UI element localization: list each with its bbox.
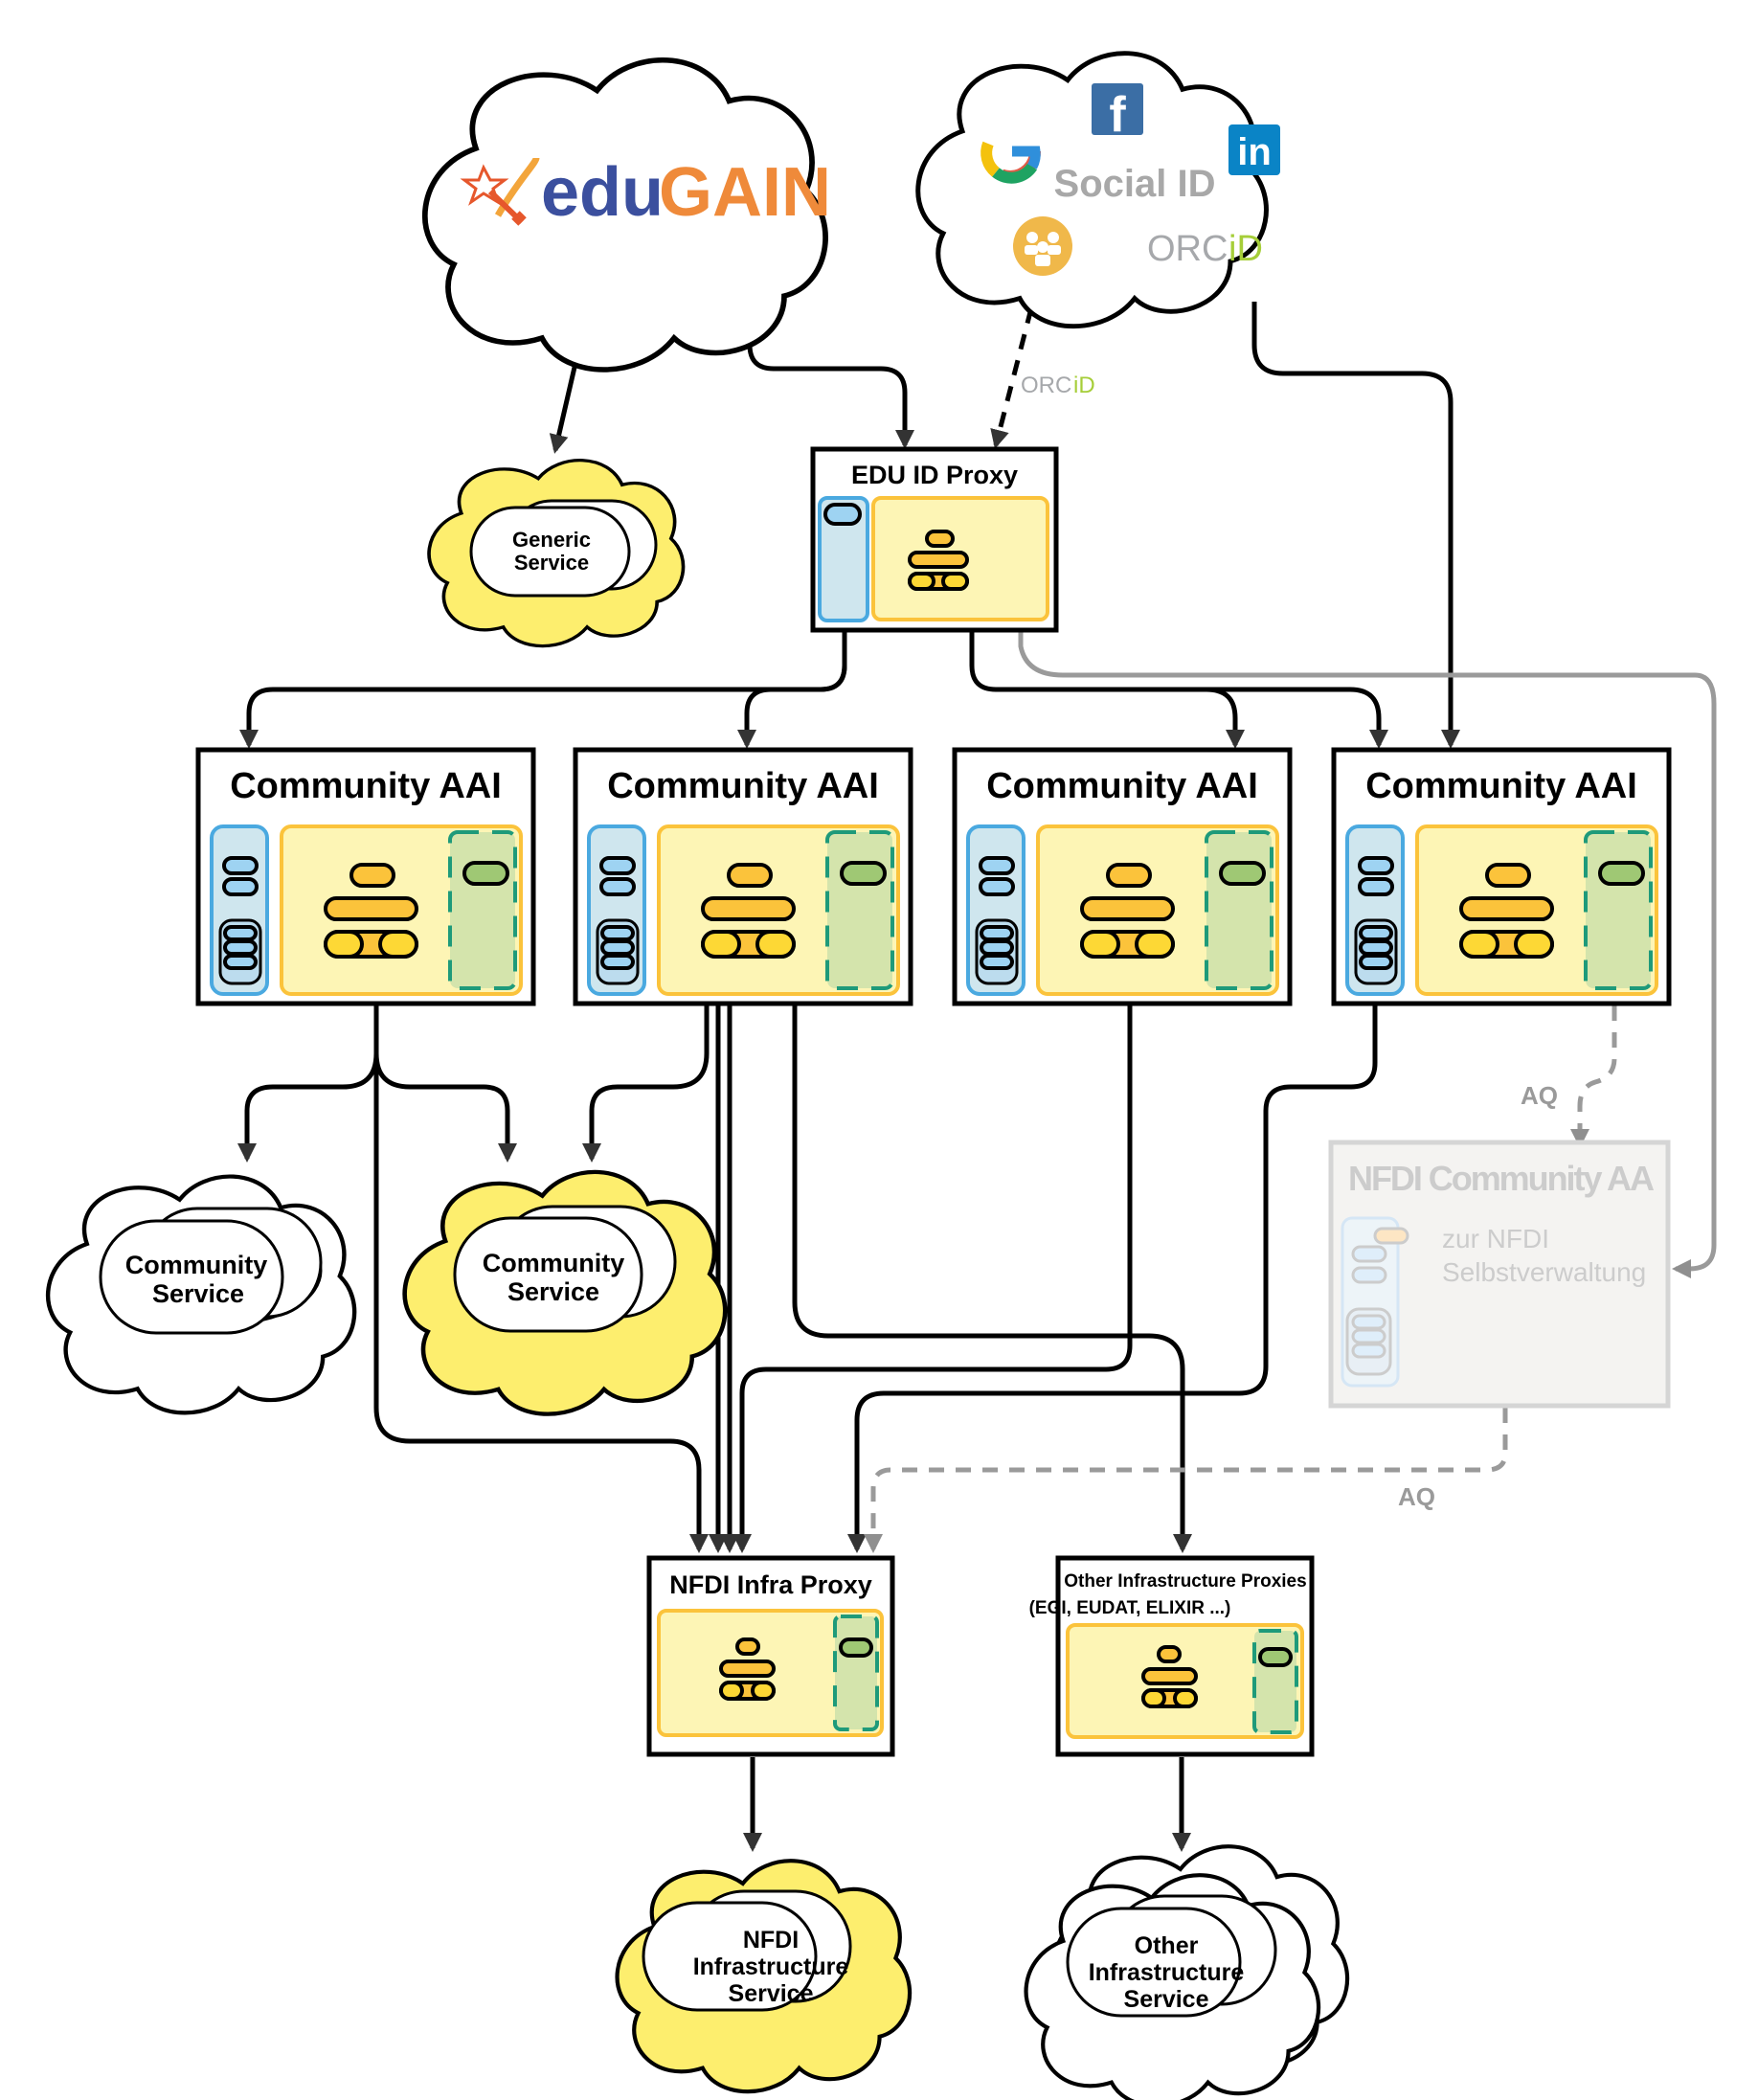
nfdi-community-aa-box[interactable]: NFDI Community AA zur NFDI Selbstverwalt… xyxy=(1328,1140,1671,1409)
other-infra-service: Other Infrastructure Service xyxy=(1066,1894,1277,2018)
community-people-icon xyxy=(1013,216,1072,276)
community-service-yellow-line1: Community xyxy=(483,1249,625,1277)
edge-proxy-to-community-aai-2 xyxy=(737,665,847,749)
svg-text:f: f xyxy=(1109,87,1126,143)
svg-text:ORC: ORC xyxy=(1021,373,1071,398)
edge-label-aq-lower: AQ xyxy=(1398,1482,1435,1511)
edge-aai1-to-community-service-white xyxy=(237,1005,379,1163)
edge-label-orcid: ORC iD xyxy=(1021,373,1095,398)
community-aai-box[interactable]: Community AAI xyxy=(195,747,536,1006)
nfdi-community-aa-note-line2: Selbstverwaltung xyxy=(1442,1257,1646,1287)
attribute-panel xyxy=(1205,830,1273,990)
nfdi-community-aa-note-line1: zur NFDI xyxy=(1442,1224,1549,1253)
other-infra-service-line3: Service xyxy=(1124,1986,1209,2013)
edge-social-to-community-aai-4 xyxy=(1251,302,1460,749)
nfdi-infra-service-line2: Infrastructure xyxy=(693,1953,849,1980)
generic-service-line2: Service xyxy=(514,551,589,575)
facebook-icon: f xyxy=(1092,83,1143,143)
generic-service-line1: Generic xyxy=(512,528,591,552)
edu-id-proxy-box[interactable]: EDU ID Proxy xyxy=(810,446,1059,633)
nfdi-community-aa-orange-pill xyxy=(1373,1227,1409,1245)
other-infra-proxies-title-line2: (EGI, EUDAT, ELIXIR ...) xyxy=(1029,1598,1231,1618)
idp-pill xyxy=(823,503,862,526)
edugain-edu-text: edu xyxy=(541,154,664,231)
edge-proxy-to-community-aai-1 xyxy=(239,632,847,749)
edge-label-aq-upper: AQ xyxy=(1521,1081,1558,1110)
attribute-panel xyxy=(1584,830,1653,990)
svg-text:iD: iD xyxy=(1228,229,1263,269)
orcid-logo: ORC iD xyxy=(1147,229,1263,269)
edu-id-proxy-title: EDU ID Proxy xyxy=(851,461,1018,489)
edge-aq-aai4-to-nfdi-community-aa xyxy=(1570,1005,1617,1148)
attribute-panel xyxy=(825,830,894,990)
community-service-yellow-line2: Service xyxy=(507,1277,599,1306)
social-id-label: Social ID xyxy=(1054,163,1216,205)
svg-text:ORC: ORC xyxy=(1147,229,1228,269)
community-aai-title: Community AAI xyxy=(230,766,502,806)
aai-architecture-diagram: edu GAIN f in Social ID ORC iD ORC iD Ge… xyxy=(0,0,1717,2100)
nfdi-infra-service: NFDI Infrastructure Service xyxy=(642,1889,852,2012)
attribute-panel xyxy=(448,830,517,990)
other-infra-service-line1: Other xyxy=(1135,1932,1199,1959)
community-aai-box[interactable]: Community AAI xyxy=(952,747,1293,1006)
community-service-white: Community Service xyxy=(99,1207,323,1335)
community-aai-title: Community AAI xyxy=(986,766,1258,806)
generic-service: Generic Service xyxy=(469,499,658,598)
community-service-white-line1: Community xyxy=(125,1251,268,1279)
nfdi-infra-proxy-title: NFDI Infra Proxy xyxy=(669,1570,872,1599)
linkedin-icon: in xyxy=(1228,124,1280,175)
edge-aq-nfdi-community-aa-to-infra-proxy xyxy=(864,1408,1508,1553)
nfdi-infra-service-line1: NFDI xyxy=(743,1927,799,1953)
nfdi-infra-proxy-box[interactable]: NFDI Infra Proxy xyxy=(646,1555,895,1757)
edugain-gain-text: GAIN xyxy=(659,154,831,231)
edge-proxy-to-community-aai-3 xyxy=(969,632,1245,749)
nfdi-infra-service-line3: Service xyxy=(729,1980,814,2007)
edge-aai2-to-community-service-yellow xyxy=(582,1005,710,1163)
svg-text:in: in xyxy=(1237,131,1272,173)
edge-proxy-to-community-aai-4b xyxy=(1206,687,1388,749)
svg-text:iD: iD xyxy=(1073,373,1095,398)
community-service-white-line2: Service xyxy=(152,1279,244,1308)
other-infra-proxies-title-line1: Other Infrastructure Proxies xyxy=(1064,1571,1306,1592)
community-service-yellow: Community Service xyxy=(453,1205,677,1333)
edge-aai1-to-community-service-yellow xyxy=(373,1052,517,1163)
community-aai-box[interactable]: Community AAI xyxy=(573,747,913,1006)
community-aai-title: Community AAI xyxy=(1365,766,1637,806)
other-infra-proxies-box[interactable]: Other Infrastructure Proxies (EGI, EUDAT… xyxy=(1029,1555,1315,1757)
nfdi-community-aa-title: NFDI Community AA xyxy=(1348,1159,1655,1198)
community-aai-box[interactable]: Community AAI xyxy=(1331,747,1672,1006)
community-aai-title: Community AAI xyxy=(607,766,879,806)
other-infra-service-line2: Infrastructure xyxy=(1089,1959,1245,1986)
